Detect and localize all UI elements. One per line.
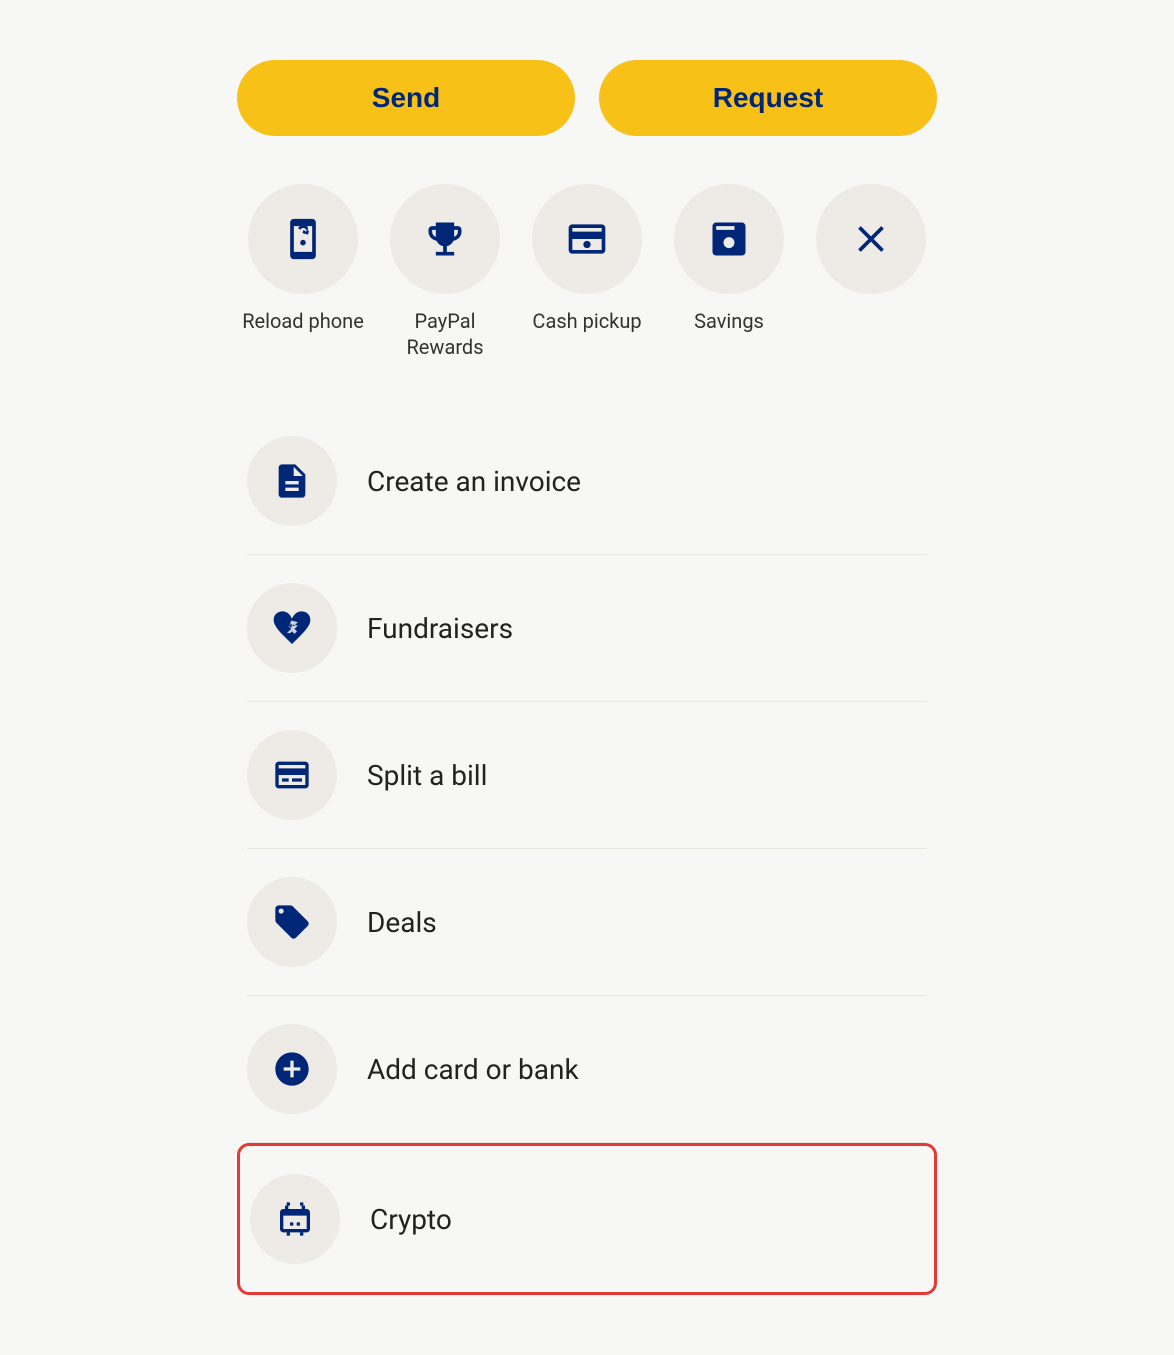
add-card-icon (272, 1049, 312, 1089)
fundraisers-icon (272, 608, 312, 648)
quick-actions-grid: Reload phone PayPal Rewards Cash pickup (237, 184, 937, 360)
reload-phone-icon (281, 217, 325, 261)
split-bill-label: Split a bill (367, 759, 487, 792)
paypal-rewards-icon-circle (390, 184, 500, 294)
cash-pickup-icon-circle (532, 184, 642, 294)
close-item[interactable] (805, 184, 937, 294)
trophy-icon (423, 217, 467, 261)
split-bill-icon (272, 755, 312, 795)
deals-icon-circle (247, 877, 337, 967)
fundraisers-icon-circle (247, 583, 337, 673)
crypto-icon (275, 1199, 315, 1239)
deals-icon (272, 902, 312, 942)
savings-label: Savings (694, 308, 764, 334)
request-button[interactable]: Request (599, 60, 937, 136)
add-card-bank-item[interactable]: Add card or bank (237, 996, 937, 1142)
cash-pickup-icon (565, 217, 609, 261)
send-button[interactable]: Send (237, 60, 575, 136)
cash-pickup-label: Cash pickup (532, 308, 641, 334)
savings-icon-circle (674, 184, 784, 294)
crypto-icon-circle (250, 1174, 340, 1264)
reload-phone-icon-circle (248, 184, 358, 294)
savings-item[interactable]: Savings (663, 184, 795, 334)
paypal-rewards-item[interactable]: PayPal Rewards (379, 184, 511, 360)
main-container: Send Request Reload phone PayPal Rewards (237, 60, 937, 1295)
create-invoice-item[interactable]: Create an invoice (237, 408, 937, 554)
crypto-label: Crypto (370, 1203, 452, 1236)
cash-pickup-item[interactable]: Cash pickup (521, 184, 653, 334)
add-card-bank-label: Add card or bank (367, 1053, 579, 1086)
savings-icon (707, 217, 751, 261)
close-icon (849, 217, 893, 261)
split-bill-icon-circle (247, 730, 337, 820)
create-invoice-icon-circle (247, 436, 337, 526)
crypto-item[interactable]: Crypto (237, 1143, 937, 1295)
reload-phone-item[interactable]: Reload phone (237, 184, 369, 334)
split-bill-item[interactable]: Split a bill (237, 702, 937, 848)
deals-label: Deals (367, 906, 437, 939)
invoice-icon (272, 461, 312, 501)
create-invoice-label: Create an invoice (367, 465, 581, 498)
deals-item[interactable]: Deals (237, 849, 937, 995)
top-buttons-row: Send Request (237, 60, 937, 136)
add-card-bank-icon-circle (247, 1024, 337, 1114)
fundraisers-label: Fundraisers (367, 612, 513, 645)
fundraisers-item[interactable]: Fundraisers (237, 555, 937, 701)
reload-phone-label: Reload phone (242, 308, 364, 334)
paypal-rewards-label: PayPal Rewards (379, 308, 511, 360)
close-icon-circle (816, 184, 926, 294)
